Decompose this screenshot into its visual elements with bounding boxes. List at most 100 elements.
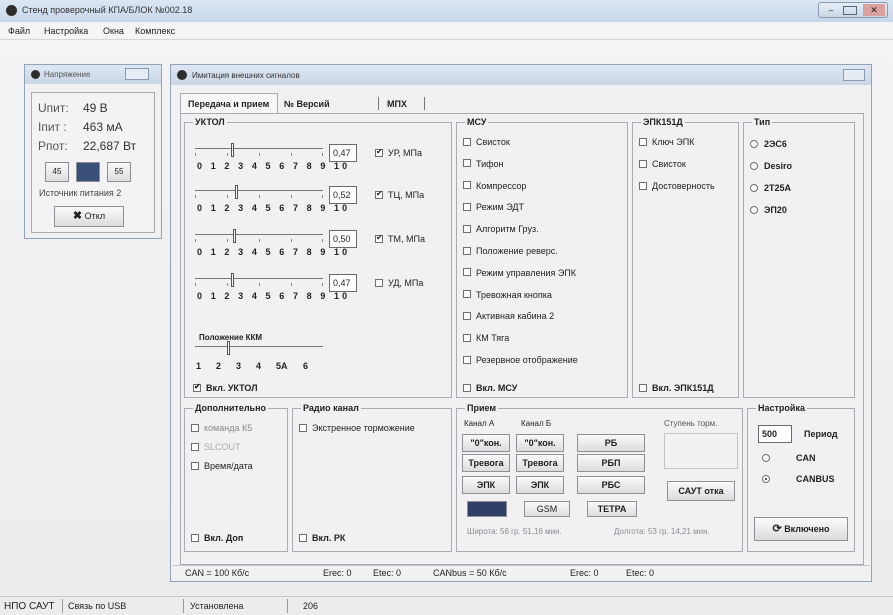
slider-thumb[interactable] (231, 143, 234, 157)
indicator-button[interactable] (467, 501, 507, 517)
tab-separator (378, 97, 379, 110)
window-controls: – ✕ (818, 2, 888, 18)
pressure-checkbox-label: ТЦ, МПа (388, 190, 425, 200)
minimize-icon[interactable]: – (823, 6, 839, 15)
enabled-button-label: Включено (784, 524, 830, 534)
type-radio[interactable]: ЭП20 (750, 205, 787, 215)
pressure-checkbox[interactable]: УД, МПа (375, 278, 423, 288)
type-radio[interactable]: Desiro (750, 161, 792, 171)
canbus-radio[interactable]: CANBUS (762, 474, 835, 484)
tab-transmit[interactable]: Передача и прием (180, 93, 278, 113)
checkbox-icon (375, 189, 383, 199)
close-icon[interactable]: ✕ (863, 4, 885, 16)
channel-a-epk-button[interactable]: ЭПК (462, 476, 510, 494)
pressure-checkbox[interactable]: ТЦ, МПа (375, 189, 425, 200)
epk-enable-checkbox[interactable]: Вкл. ЭПК151Д (639, 383, 714, 393)
msu-checkbox[interactable]: Режим управления ЭПК (463, 268, 576, 278)
pressure-value-field[interactable]: 0,50 (329, 230, 357, 248)
enabled-button[interactable]: ⟳ Включено (754, 517, 848, 541)
kkm-slider[interactable] (195, 341, 323, 358)
msu-checkbox[interactable]: Активная кабина 2 (463, 311, 554, 321)
maximize-icon[interactable] (843, 6, 857, 15)
channel-a-zero-button[interactable]: "0"кон. (462, 434, 510, 452)
voltage-50-button[interactable] (76, 162, 100, 182)
restore-icon[interactable] (125, 68, 149, 80)
pressure-slider[interactable] (195, 273, 323, 290)
rbp-button[interactable]: РБП (577, 454, 645, 472)
epk-checkbox-label: Достоверность (652, 181, 715, 191)
pressure-value-field[interactable]: 0,47 (329, 144, 357, 162)
slider-thumb[interactable] (235, 185, 238, 199)
epk-enable-label: Вкл. ЭПК151Д (652, 383, 714, 393)
saut-off-button[interactable]: САУТ отка (667, 481, 735, 501)
rb-button[interactable]: РБ (577, 434, 645, 452)
extra-slcout-checkbox[interactable]: SLCOUT (191, 442, 241, 452)
canbus-label: CANBUS (796, 474, 835, 484)
extra-enable-checkbox[interactable]: Вкл. Доп (191, 533, 243, 543)
msu-checkbox[interactable]: Свисток (463, 137, 510, 147)
msu-enable-checkbox[interactable]: Вкл. МСУ (463, 383, 517, 393)
receive-title: Прием (465, 403, 499, 413)
voltage-45-button[interactable]: 45 (45, 162, 69, 182)
msu-checkbox[interactable]: Компрессор (463, 181, 526, 191)
inner-status-bar: CAN = 100 Кб/с Erec: 0 Etec: 0 CANbus = … (173, 565, 870, 581)
restore-icon[interactable] (843, 69, 865, 81)
msu-checkbox[interactable]: Режим ЭДТ (463, 202, 524, 212)
signals-window: Имитация внешних сигналов Передача и при… (170, 64, 872, 582)
extra-time-checkbox[interactable]: Время/дата (191, 461, 253, 471)
menu-complex[interactable]: Комплекс (135, 26, 175, 36)
can-speed: CAN = 100 Кб/с (185, 568, 250, 578)
msu-checkbox[interactable]: КМ Тяга (463, 333, 509, 343)
kkm-scale-4: 4 (256, 361, 262, 371)
rbs-button[interactable]: РБС (577, 476, 645, 494)
checkbox-icon (463, 181, 471, 190)
tab-mph[interactable]: МПХ (387, 99, 407, 109)
type-radio[interactable]: 2ЭС6 (750, 139, 787, 149)
radio-icon (762, 453, 770, 462)
menu-file[interactable]: Файл (8, 26, 30, 36)
channel-a-label: Канал А (464, 419, 495, 428)
msu-checkbox[interactable]: Тифон (463, 159, 504, 169)
pressure-slider[interactable] (195, 229, 323, 246)
can-radio[interactable]: CAN (762, 453, 816, 463)
channel-a-alarm-button[interactable]: Тревога (462, 454, 510, 472)
msu-checkbox-label: Алгоритм Груз. (476, 224, 539, 235)
pressure-checkbox[interactable]: ТМ, МПа (375, 233, 425, 244)
i-label: Iпит : (38, 120, 67, 134)
voltage-55-button[interactable]: 55 (107, 162, 131, 182)
epk-checkbox[interactable]: Достоверность (639, 181, 715, 191)
checkbox-icon (193, 382, 201, 392)
pressure-value-field[interactable]: 0,52 (329, 186, 357, 204)
status-state: Установлена (190, 601, 244, 611)
tetra-button[interactable]: ТЕТРА (587, 501, 637, 517)
uktol-enable-checkbox[interactable]: Вкл. УКТОЛ (193, 382, 258, 393)
channel-b-alarm-button[interactable]: Тревога (516, 454, 564, 472)
extra-k5-checkbox[interactable]: команда К5 (191, 423, 252, 433)
radio-emergency-checkbox[interactable]: Экстренное торможение (299, 423, 415, 433)
slider-thumb[interactable] (233, 229, 236, 243)
channel-b-zero-button[interactable]: "0"кон. (516, 434, 564, 452)
channel-b-epk-button[interactable]: ЭПК (516, 476, 564, 494)
gsm-button[interactable]: GSM (524, 501, 570, 517)
extra-group: Дополнительно команда К5 SLCOUT Время/да… (184, 403, 288, 552)
pressure-value-field[interactable]: 0,47 (329, 274, 357, 292)
pressure-slider[interactable] (195, 185, 323, 202)
pressure-slider[interactable] (195, 143, 323, 160)
slider-thumb[interactable] (231, 273, 234, 287)
epk-checkbox[interactable]: Свисток (639, 159, 686, 169)
tab-versions[interactable]: № Версий (284, 99, 330, 109)
type-radio[interactable]: 2Т25А (750, 183, 791, 193)
menu-windows[interactable]: Окна (103, 26, 124, 36)
pressure-checkbox[interactable]: УР, МПа (375, 147, 422, 158)
period-input[interactable]: 500 (758, 425, 792, 443)
radio-enable-checkbox[interactable]: Вкл. РК (299, 533, 345, 543)
radio-icon (750, 139, 758, 148)
epk-checkbox[interactable]: Ключ ЭПК (639, 137, 694, 147)
epk-checkbox-label: Свисток (652, 159, 686, 169)
msu-checkbox[interactable]: Положение реверс. (463, 246, 558, 256)
menu-settings[interactable]: Настройка (44, 26, 88, 36)
off-button[interactable]: ✖ Откл (54, 206, 124, 227)
msu-checkbox[interactable]: Тревожная кнопка (463, 290, 552, 300)
msu-checkbox[interactable]: Резервное отображение (463, 355, 578, 365)
msu-checkbox[interactable]: Алгоритм Груз. (463, 224, 539, 234)
